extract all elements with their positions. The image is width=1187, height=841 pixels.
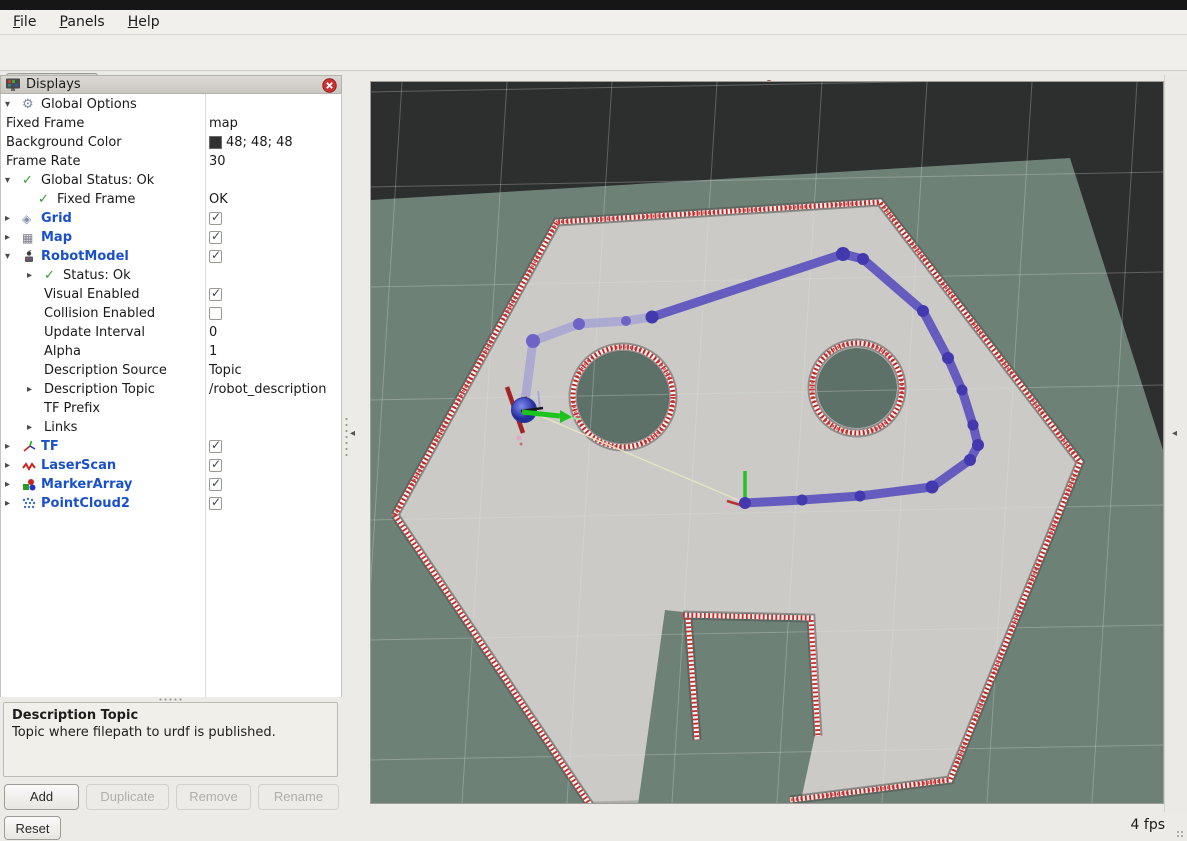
tree-row-alpha[interactable]: Alpha 1 [0, 342, 340, 361]
status-ok-icon: ✓ [22, 173, 41, 188]
status-fixed-frame-value: OK [209, 192, 228, 207]
collapse-right-icon[interactable]: ◂ [1172, 428, 1177, 439]
reset-button[interactable]: Reset [4, 816, 61, 840]
expander-closed-icon[interactable]: ▸ [27, 384, 44, 395]
tree-row-fixed-frame[interactable]: Fixed Frame map [0, 114, 340, 133]
tree-row-global-options[interactable]: ▾ ⚙ Global Options [0, 95, 340, 114]
tree-row-tf[interactable]: ▸ TF [0, 437, 340, 456]
markerarray-enabled-checkbox[interactable] [209, 478, 222, 491]
panel-splitter-handle[interactable] [158, 698, 184, 701]
expander-closed-icon[interactable]: ▸ [5, 213, 22, 224]
markerarray-icon [22, 478, 41, 492]
collision-enabled-checkbox[interactable] [209, 307, 222, 320]
tree-row-collision-enabled[interactable]: Collision Enabled [0, 304, 340, 323]
visual-enabled-checkbox[interactable] [209, 288, 222, 301]
update-interval-value[interactable]: 0 [209, 325, 217, 340]
map-icon: ▦ [22, 231, 41, 245]
tree-row-global-status[interactable]: ▾ ✓ Global Status: Ok [0, 171, 340, 190]
expander-closed-icon[interactable]: ▸ [5, 232, 22, 243]
laserscan-enabled-checkbox[interactable] [209, 459, 222, 472]
frame-rate-value[interactable]: 30 [209, 154, 226, 169]
tree-row-links[interactable]: ▸ Links [0, 418, 340, 437]
tree-row-background-color[interactable]: Background Color 48; 48; 48 [0, 133, 340, 152]
collapse-left-icon[interactable]: ◂ [350, 428, 355, 439]
tree-row-grid[interactable]: ▸ ◈ Grid [0, 209, 340, 228]
laser-shadow-area [638, 610, 815, 803]
help-title: Description Topic [12, 708, 329, 723]
tree-row-description-source[interactable]: Description Source Topic [0, 361, 340, 380]
remove-button[interactable]: Remove [176, 784, 251, 810]
status-ok-icon: ✓ [38, 192, 57, 207]
tf-enabled-checkbox[interactable] [209, 440, 222, 453]
toolbar: ☝ Interact Move Camera Select Focus Came… [0, 35, 1187, 71]
grid-icon: ◈ [22, 212, 41, 226]
alpha-value[interactable]: 1 [209, 344, 217, 359]
duplicate-button[interactable]: Duplicate [86, 784, 169, 810]
displays-panel-header[interactable]: Displays [0, 75, 342, 94]
tree-row-robot-status[interactable]: ▸ ✓ Status: Ok [0, 266, 340, 285]
expander-closed-icon[interactable]: ▸ [27, 270, 44, 281]
tree-row-markerarray[interactable]: ▸ MarkerArray [0, 475, 340, 494]
tree-row-description-topic[interactable]: ▸ Description Topic /robot_description [0, 380, 340, 399]
property-help-box: Description Topic Topic where filepath t… [3, 702, 338, 777]
right-splitter[interactable] [1164, 75, 1187, 812]
expander-closed-icon[interactable]: ▸ [5, 479, 22, 490]
background-color-value[interactable]: 48; 48; 48 [209, 135, 293, 150]
pointcloud2-enabled-checkbox[interactable] [209, 497, 222, 510]
tree-row-frame-rate[interactable]: Frame Rate 30 [0, 152, 340, 171]
fps-counter: 4 fps [1095, 817, 1165, 833]
3d-viewport[interactable] [371, 82, 1163, 803]
resize-grip[interactable] [1176, 830, 1184, 838]
displays-icon [5, 77, 21, 93]
expander-closed-icon[interactable]: ▸ [5, 460, 22, 471]
menu-file[interactable]: File [4, 12, 45, 32]
laserscan-icon [22, 460, 41, 472]
menu-help[interactable]: Help [119, 12, 169, 32]
description-source-value[interactable]: Topic [209, 363, 242, 378]
expander-open-icon[interactable]: ▾ [5, 175, 22, 186]
expander-closed-icon[interactable]: ▸ [5, 498, 22, 509]
status-ok-icon: ✓ [44, 268, 63, 283]
displays-panel-title: Displays [26, 77, 81, 92]
add-button[interactable]: Add [4, 784, 79, 810]
help-text: Topic where filepath to urdf is publishe… [12, 725, 329, 740]
robotmodel-enabled-checkbox[interactable] [209, 250, 222, 263]
gear-icon: ⚙ [22, 97, 41, 112]
robot-icon [22, 250, 41, 264]
color-swatch [209, 136, 222, 149]
expander-closed-icon[interactable]: ▸ [5, 441, 22, 452]
status-bar: Reset [0, 812, 1187, 841]
tree-row-map[interactable]: ▸ ▦ Map [0, 228, 340, 247]
tree-row-pointcloud2[interactable]: ▸ PointCloud2 [0, 494, 340, 513]
menubar: File Panels Help [0, 10, 1187, 35]
pointcloud-icon [22, 497, 41, 510]
fixed-frame-value[interactable]: map [209, 116, 238, 131]
expander-closed-icon[interactable]: ▸ [27, 422, 44, 433]
rename-button[interactable]: Rename [258, 784, 339, 810]
rviz-window: { "menu": { "items": [ {"label":"File"},… [0, 0, 1187, 841]
expander-open-icon[interactable]: ▾ [5, 99, 22, 110]
description-topic-value[interactable]: /robot_description [209, 382, 326, 397]
tree-row-update-interval[interactable]: Update Interval 0 [0, 323, 340, 342]
map-enabled-checkbox[interactable] [209, 231, 222, 244]
grid-enabled-checkbox[interactable] [209, 212, 222, 225]
tree-row-visual-enabled[interactable]: Visual Enabled [0, 285, 340, 304]
map-hole-right [817, 348, 897, 428]
expander-open-icon[interactable]: ▾ [5, 251, 22, 262]
tf-icon [22, 440, 41, 453]
window-title-strip [0, 0, 1187, 10]
tree-row-status-fixed-frame[interactable]: ✓ Fixed Frame OK [0, 190, 340, 209]
menu-panels[interactable]: Panels [51, 12, 114, 32]
tree-row-tf-prefix[interactable]: TF Prefix [0, 399, 340, 418]
left-splitter-dots [345, 416, 348, 460]
tree-row-laserscan[interactable]: ▸ LaserScan [0, 456, 340, 475]
tree-row-robotmodel[interactable]: ▾ RobotModel [0, 247, 340, 266]
